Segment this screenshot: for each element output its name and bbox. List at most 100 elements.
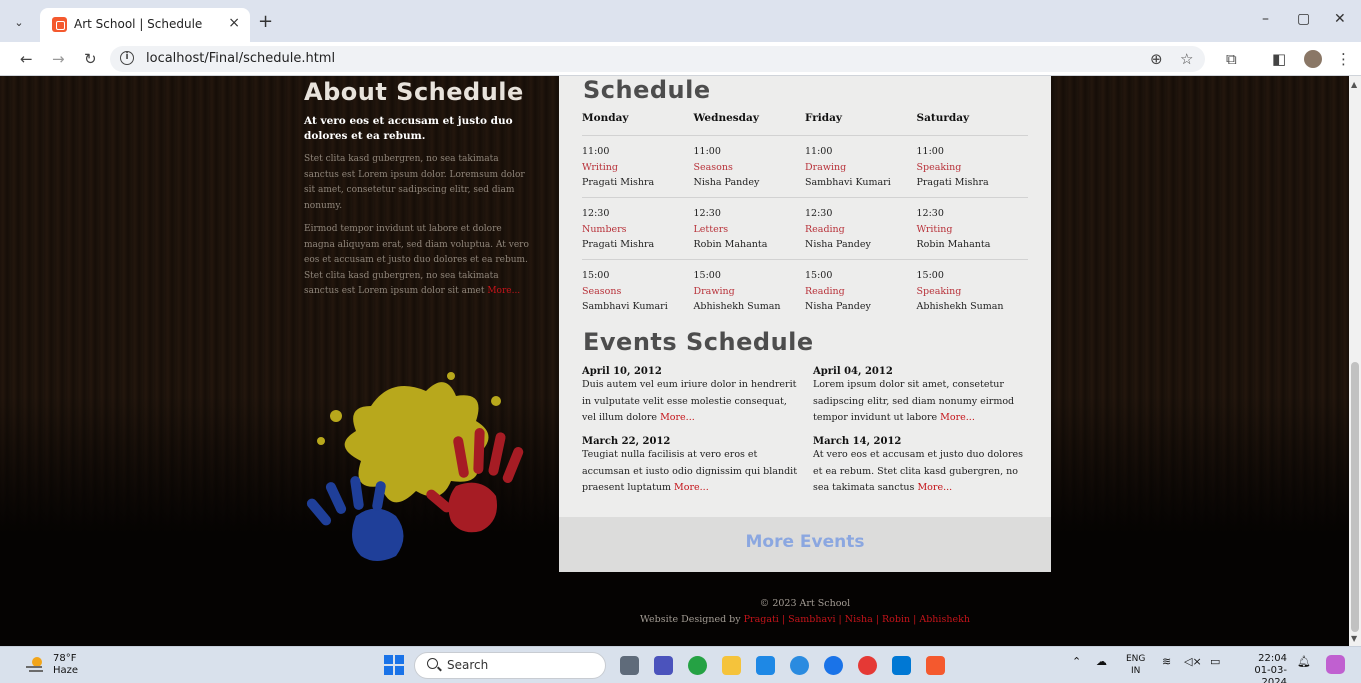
schedule-cell: 15:00 Speaking Abhishekh Suman	[917, 268, 1029, 322]
event-more-link[interactable]: More...	[674, 482, 709, 493]
more-events-link[interactable]: More Events	[559, 532, 1051, 552]
teams-icon[interactable]	[654, 656, 673, 675]
tray-overflow-icon[interactable]: ⌃	[1072, 655, 1081, 668]
reload-icon[interactable]: ↻	[84, 50, 97, 68]
schedule-cell: 11:00 Speaking Pragati Mishra	[917, 144, 1029, 197]
browser-toolbar: ← → ↻ i localhost/Final/schedule.html ⊕ …	[0, 42, 1361, 76]
profile-avatar[interactable]	[1304, 50, 1322, 68]
about-paragraph-2: Eirmod tempor invidunt ut labore et dolo…	[304, 222, 534, 300]
language-indicator[interactable]: ENG IN	[1126, 653, 1145, 677]
chrome-canary-icon[interactable]	[790, 656, 809, 675]
day-header: Friday	[805, 112, 843, 124]
class-subject: Drawing	[693, 285, 735, 297]
event-more-link[interactable]: More...	[660, 412, 695, 423]
class-time: 11:00	[916, 146, 944, 157]
schedule-row: 12:30 Numbers Pragati Mishra 12:30 Letters R…	[582, 198, 1028, 260]
zoom-icon[interactable]: ⊕	[1150, 50, 1163, 68]
class-time: 12:30	[805, 208, 833, 219]
back-arrow-icon[interactable]: ←	[20, 50, 33, 68]
forward-arrow-icon[interactable]: →	[52, 50, 65, 68]
class-teacher: Nisha Pandey	[693, 177, 760, 188]
class-subject: Writing	[582, 161, 618, 173]
class-subject: Writing	[916, 223, 953, 235]
class-teacher: Pragati Mishra	[582, 239, 655, 250]
event-date: April 10, 2012	[582, 366, 662, 377]
whatsapp-icon[interactable]	[688, 656, 707, 675]
search-icon	[427, 658, 438, 669]
schedule-cell: 12:30 Numbers Pragati Mishra	[582, 206, 694, 259]
close-window-button[interactable]: ✕	[1334, 11, 1346, 27]
about-section: About Schedule At vero eos et accusam et…	[304, 76, 534, 300]
battery-icon[interactable]: ▭	[1210, 655, 1220, 668]
class-time: 15:00	[916, 270, 944, 281]
class-teacher: Pragati Mishra	[916, 177, 989, 188]
about-lead: At vero eos et accusam et justo duo dolo…	[304, 115, 513, 142]
class-teacher: Sambhavi Kumari	[805, 177, 891, 188]
taskbar-search-box[interactable]: Search	[414, 652, 606, 679]
class-teacher: Pragati Mishra	[582, 177, 655, 188]
volume-muted-icon[interactable]: ◁×	[1184, 655, 1202, 668]
schedule-cell: 11:00 Drawing Sambhavi Kumari	[805, 144, 917, 197]
tab-close-icon[interactable]: ×	[228, 15, 240, 31]
app-icon[interactable]	[824, 656, 843, 675]
notification-bell-icon[interactable]: 🔔︎	[1297, 655, 1311, 668]
restore-button[interactable]: ▢	[1297, 11, 1310, 27]
event-item: March 22, 2012 Teugiat nulla facilisis a…	[582, 436, 798, 497]
xampp-icon[interactable]	[926, 656, 945, 675]
footer-copyright: © 2023 Art School	[759, 598, 851, 609]
url-text[interactable]: localhost/Final/schedule.html	[146, 51, 335, 66]
scroll-up-arrow-icon[interactable]: ▲	[1351, 80, 1357, 89]
weather-widget[interactable]: 78°F Haze	[53, 653, 78, 677]
chrome-icon[interactable]	[858, 656, 877, 675]
search-label: Search	[447, 658, 489, 672]
event-more-link[interactable]: More...	[917, 482, 952, 493]
event-date: March 22, 2012	[582, 436, 671, 447]
file-explorer-icon[interactable]	[722, 656, 741, 675]
about-more-link[interactable]: More...	[487, 286, 520, 296]
scroll-down-arrow-icon[interactable]: ▼	[1351, 634, 1357, 643]
site-favicon-icon	[52, 17, 67, 32]
schedule-cell: 11:00 Seasons Nisha Pandey	[694, 144, 806, 197]
about-title: About Schedule	[304, 78, 524, 106]
address-bar[interactable]: i localhost/Final/schedule.html	[110, 46, 1205, 72]
weather-haze-icon[interactable]	[24, 655, 46, 675]
class-time: 12:30	[916, 208, 944, 219]
schedule-title: Schedule	[583, 76, 711, 104]
store-icon[interactable]	[756, 656, 775, 675]
paint-handprints-illustration	[306, 372, 524, 561]
class-teacher: Nisha Pandey	[805, 301, 871, 312]
class-subject: Seasons	[693, 161, 733, 173]
scrollbar-thumb[interactable]	[1351, 362, 1359, 632]
windows-start-icon[interactable]	[384, 655, 404, 675]
tab-title: Art School | Schedule	[74, 17, 203, 31]
bookmark-star-icon[interactable]: ☆	[1180, 50, 1193, 68]
event-more-link[interactable]: More...	[940, 412, 975, 423]
new-tab-button[interactable]: +	[258, 11, 273, 32]
browser-menu-icon[interactable]: ⋮	[1336, 50, 1351, 68]
class-time: 15:00	[805, 270, 833, 281]
day-header: Wednesday	[693, 112, 759, 124]
class-subject: Speaking	[916, 285, 962, 297]
copilot-icon[interactable]	[1326, 655, 1345, 674]
onedrive-icon[interactable]: ☁	[1096, 655, 1107, 668]
side-panel-icon[interactable]: ◧	[1272, 50, 1286, 68]
extensions-icon[interactable]: ⧉	[1226, 50, 1237, 68]
system-clock[interactable]: 22:04 01-03-2024	[1233, 653, 1287, 683]
event-date: March 14, 2012	[813, 436, 902, 447]
class-time: 11:00	[805, 146, 833, 157]
windows-taskbar: 78°F Haze Search ⌃ ☁ ENG IN ≋ ◁× ▭ 22:04…	[0, 646, 1361, 683]
footer-designer-names[interactable]: Pragati | Sambhavi | Nisha | Robin | Abh…	[744, 614, 970, 625]
site-info-icon[interactable]: i	[120, 51, 134, 65]
browser-tab[interactable]: Art School | Schedule ×	[40, 8, 250, 42]
event-date: April 04, 2012	[813, 366, 893, 377]
language-code: ENG	[1126, 654, 1146, 664]
weather-temperature: 78°F	[53, 653, 77, 664]
class-teacher: Robin Mahanta	[693, 239, 768, 250]
minimize-button[interactable]: –	[1262, 11, 1269, 27]
class-time: 11:00	[582, 146, 610, 157]
web-page: About Schedule At vero eos et accusam et…	[0, 76, 1349, 646]
tab-search-dropdown-icon[interactable]: ⌄	[10, 14, 28, 32]
task-view-icon[interactable]	[620, 656, 639, 675]
vscode-icon[interactable]	[892, 656, 911, 675]
wifi-icon[interactable]: ≋	[1162, 655, 1171, 668]
